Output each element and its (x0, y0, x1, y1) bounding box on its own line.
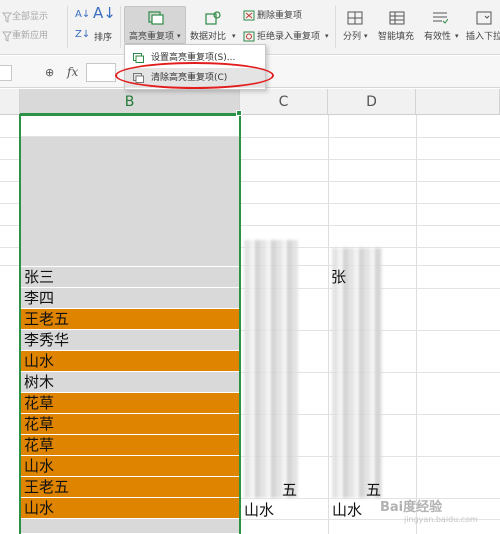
chevron-down-icon: ▾ (177, 32, 181, 40)
reject-duplicates-icon (243, 31, 255, 42)
gridline (416, 115, 417, 534)
column-header-d[interactable]: D (328, 89, 416, 115)
show-all-button[interactable]: 全部显示 (12, 12, 48, 23)
cell-d-last[interactable]: 山水 (332, 500, 362, 520)
fill-handle[interactable] (236, 110, 242, 116)
selection-outline (19, 114, 241, 534)
column-header-c[interactable]: C (240, 89, 328, 115)
delete-duplicates-button[interactable]: 删除重复项 (257, 11, 302, 22)
data-compare-button[interactable]: 数据对比 (190, 32, 226, 43)
ribbon-separator (67, 6, 68, 48)
cell-d-partial: 五 (366, 481, 382, 499)
sort-desc-icon[interactable]: Z↓ (75, 29, 90, 40)
chevron-down-icon: ▾ (232, 32, 236, 40)
fx-icon[interactable]: fx (67, 65, 78, 79)
cell-c-last[interactable]: 山水 (244, 500, 274, 520)
zoom-icon[interactable]: ⊕ (45, 66, 54, 79)
highlight-duplicates-icon (148, 11, 164, 25)
filter-icon (2, 12, 12, 23)
reapply-filter-icon (2, 31, 12, 42)
delete-duplicates-icon (243, 10, 255, 21)
reapply-button[interactable]: 重新应用 (12, 31, 48, 42)
flash-fill-icon (389, 11, 405, 25)
sort-big-icon[interactable]: A↓ (93, 6, 116, 21)
sort-button[interactable]: 排序 (94, 33, 112, 44)
column-header-e[interactable] (416, 89, 500, 115)
set-highlight-icon (133, 53, 144, 63)
chevron-down-icon: ▾ (455, 32, 459, 40)
split-button[interactable]: 分列 (343, 32, 361, 43)
reject-duplicates-button[interactable]: 拒绝录入重复项 (257, 32, 320, 43)
blurred-region-c (244, 240, 298, 498)
ribbon-separator (335, 6, 336, 48)
validity-icon (433, 12, 448, 24)
watermark-logo: Bai度经验 (380, 500, 443, 515)
watermark-url: jingyan.baidu.com (404, 515, 478, 524)
gridline (328, 115, 329, 534)
chevron-down-icon: ▾ (325, 32, 329, 40)
formula-input[interactable] (86, 63, 116, 82)
flash-fill-button[interactable]: 智能填充 (378, 32, 414, 43)
ribbon-separator (120, 6, 121, 48)
column-header-b[interactable]: B (20, 89, 240, 115)
data-compare-icon (205, 11, 221, 25)
corner-header (0, 89, 20, 115)
insert-dropdown-button[interactable]: 插入下拉 (466, 32, 500, 43)
name-box[interactable] (0, 65, 12, 81)
split-columns-icon (347, 11, 363, 25)
sort-asc-icon[interactable]: A↓ (75, 9, 90, 20)
annotation-ellipse (115, 62, 274, 89)
insert-dropdown-icon (476, 11, 492, 25)
highlight-duplicates-label: 高亮重复项 (129, 32, 175, 42)
cell-d-first: 张 (331, 268, 347, 286)
cell-c-partial: 五 (282, 481, 298, 499)
validity-button[interactable]: 有效性 (424, 32, 451, 43)
chevron-down-icon: ▾ (364, 32, 368, 40)
